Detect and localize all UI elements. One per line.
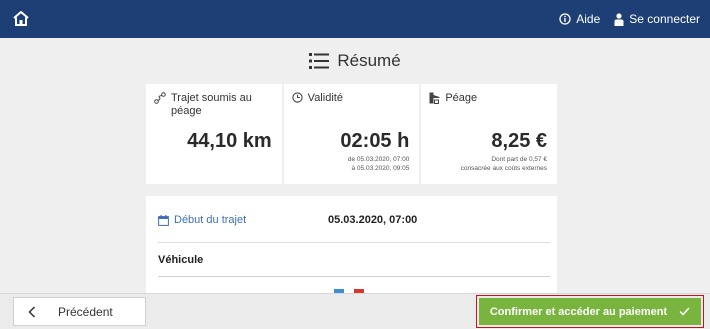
divider: [158, 276, 550, 277]
top-navigation-bar: Aide Se connecter: [0, 0, 710, 38]
user-icon: [614, 12, 624, 26]
page-title: Résumé: [0, 46, 710, 76]
checkmark-icon: [679, 307, 690, 316]
validity-to: à 05.03.2020, 09:05: [351, 165, 410, 172]
confirm-payment-button[interactable]: Confirmer et accéder au paiement: [479, 298, 701, 325]
trip-start-value: 05.03.2020, 07:00: [328, 214, 418, 226]
toll-card: Péage 8,25 € Dont part de 0,57 € consacr…: [421, 84, 558, 184]
confirm-label: Confirmer et accéder au paiement: [489, 305, 668, 318]
list-icon: [309, 53, 330, 69]
help-label: Aide: [576, 12, 601, 26]
bottom-action-bar: Précédent Confirmer et accéder au paieme…: [0, 293, 710, 329]
help-link[interactable]: Aide: [559, 12, 600, 26]
validity-card: Validité 02:05 h de 05.03.2020, 07:00 à …: [283, 84, 420, 184]
summary-cards: Trajet soumis au péage 44,10 km Validité…: [146, 84, 558, 184]
toll-note: Dont part de 0,57 € consacrée aux coûts …: [461, 155, 547, 173]
chevron-left-icon: [28, 305, 36, 318]
toll-note-line1: Dont part de 0,57 €: [491, 156, 548, 163]
validity-range: de 05.03.2020, 07:00 à 05.03.2020, 09:05: [348, 155, 409, 173]
distance-card: Trajet soumis au péage 44,10 km: [146, 84, 282, 184]
validity-value: 02:05 h: [340, 130, 410, 152]
validity-label: Validité: [307, 92, 343, 104]
login-link[interactable]: Se connecter: [614, 12, 700, 26]
toll-icon: [429, 92, 440, 104]
previous-button[interactable]: Précédent: [13, 297, 146, 326]
home-icon[interactable]: [12, 10, 30, 28]
route-icon: [154, 92, 166, 104]
clock-icon: [292, 92, 303, 103]
distance-label: Trajet soumis au péage: [171, 92, 252, 117]
distance-value: 44,10 km: [187, 130, 272, 152]
info-circle-icon: [559, 13, 571, 25]
vehicle-section-title: Véhicule: [158, 254, 204, 266]
validity-from: de 05.03.2020, 07:00: [347, 156, 410, 163]
trip-details-panel: Début du trajet 05.03.2020, 07:00 Véhicu…: [146, 196, 557, 293]
toll-value: 8,25 €: [491, 130, 548, 152]
toll-label: Péage: [445, 92, 478, 104]
previous-label: Précédent: [58, 304, 113, 319]
login-label: Se connecter: [629, 12, 700, 26]
trip-start-label: Début du trajet: [174, 214, 247, 226]
trip-start-label-wrap: Début du trajet: [158, 214, 246, 226]
summary-title: Résumé: [337, 51, 401, 70]
divider: [158, 242, 550, 243]
trip-start-row: Début du trajet 05.03.2020, 07:00: [158, 214, 548, 228]
calendar-icon: [158, 214, 169, 226]
toll-note-line2: consacrée aux coûts externes: [460, 165, 548, 172]
